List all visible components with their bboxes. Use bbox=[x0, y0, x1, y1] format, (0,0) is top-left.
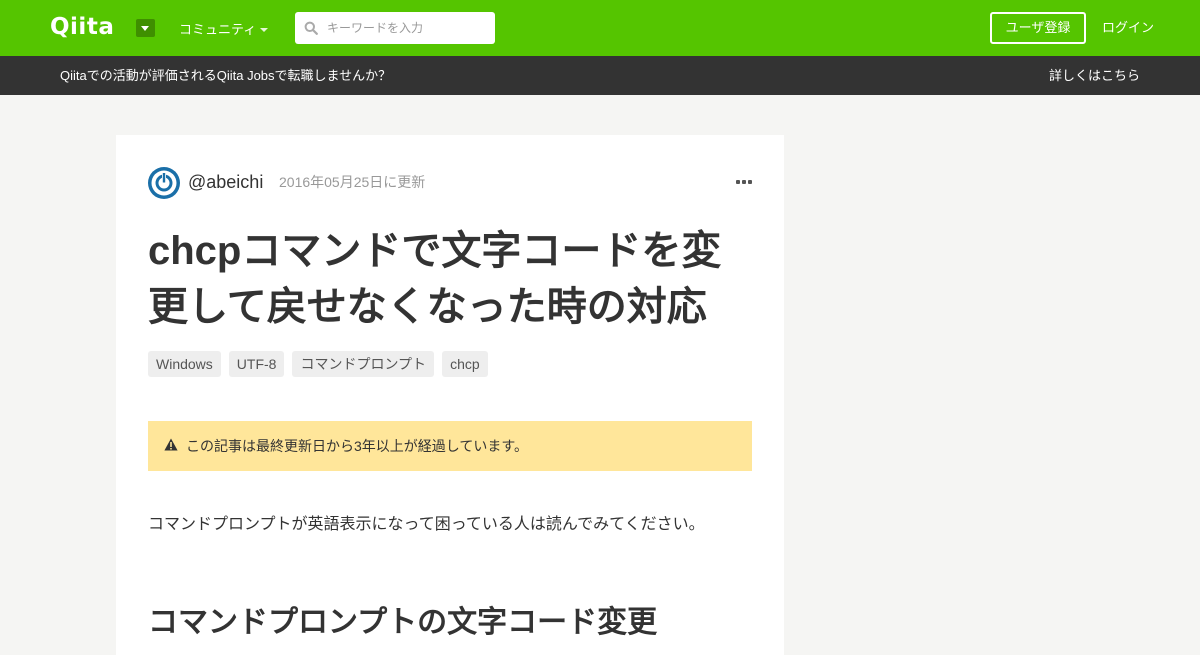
more-menu-icon[interactable] bbox=[736, 180, 752, 186]
promo-details-link[interactable]: 詳しくはこちら bbox=[1049, 67, 1140, 84]
search-input[interactable] bbox=[327, 18, 487, 38]
article-card: @abeichi 2016年05月25日に更新 chcpコマンドで文字コードを変… bbox=[116, 135, 784, 655]
outdated-notice: この記事は最終更新日から3年以上が経過しています。 bbox=[148, 421, 752, 471]
warning-icon bbox=[164, 438, 178, 451]
login-link[interactable]: ログイン bbox=[1102, 19, 1154, 37]
notice-text: この記事は最終更新日から3年以上が経過しています。 bbox=[186, 438, 528, 454]
logo-dropdown-button[interactable] bbox=[136, 19, 155, 37]
qiita-logo[interactable]: Qiita bbox=[50, 13, 114, 41]
tag-command-prompt[interactable]: コマンドプロンプト bbox=[292, 351, 435, 377]
community-menu[interactable]: コミュニティ bbox=[179, 21, 256, 39]
chevron-down-icon bbox=[260, 28, 268, 32]
signup-button[interactable]: ユーザ登録 bbox=[990, 12, 1086, 44]
author-username[interactable]: @abeichi bbox=[188, 171, 263, 193]
intro-paragraph: コマンドプロンプトが英語表示になって困っている人は読んでみてください。 bbox=[148, 516, 705, 533]
tag-list: Windows UTF-8 コマンドプロンプト chcp bbox=[148, 351, 488, 377]
updated-date: 2016年05月25日に更新 bbox=[279, 174, 426, 190]
search-icon bbox=[304, 21, 318, 35]
top-navigation-bar: Qiita コミュニティ ユーザ登録 ログイン bbox=[0, 0, 1200, 56]
article-title: chcpコマンドで文字コードを変更して戻せなくなった時の対応 bbox=[148, 229, 722, 329]
tag-chcp[interactable]: chcp bbox=[442, 351, 488, 377]
author-avatar[interactable] bbox=[148, 167, 180, 199]
jobs-promo-bar: Qiitaでの活動が評価されるQiita Jobsで転職しませんか？ 詳しくはこ… bbox=[0, 56, 1200, 95]
search-box bbox=[295, 12, 495, 44]
promo-text: Qiitaでの活動が評価されるQiita Jobsで転職しませんか？ bbox=[60, 68, 392, 83]
tag-windows[interactable]: Windows bbox=[148, 351, 221, 377]
section-heading: コマンドプロンプトの文字コード変更 bbox=[148, 606, 658, 639]
tag-utf-8[interactable]: UTF-8 bbox=[228, 351, 285, 377]
